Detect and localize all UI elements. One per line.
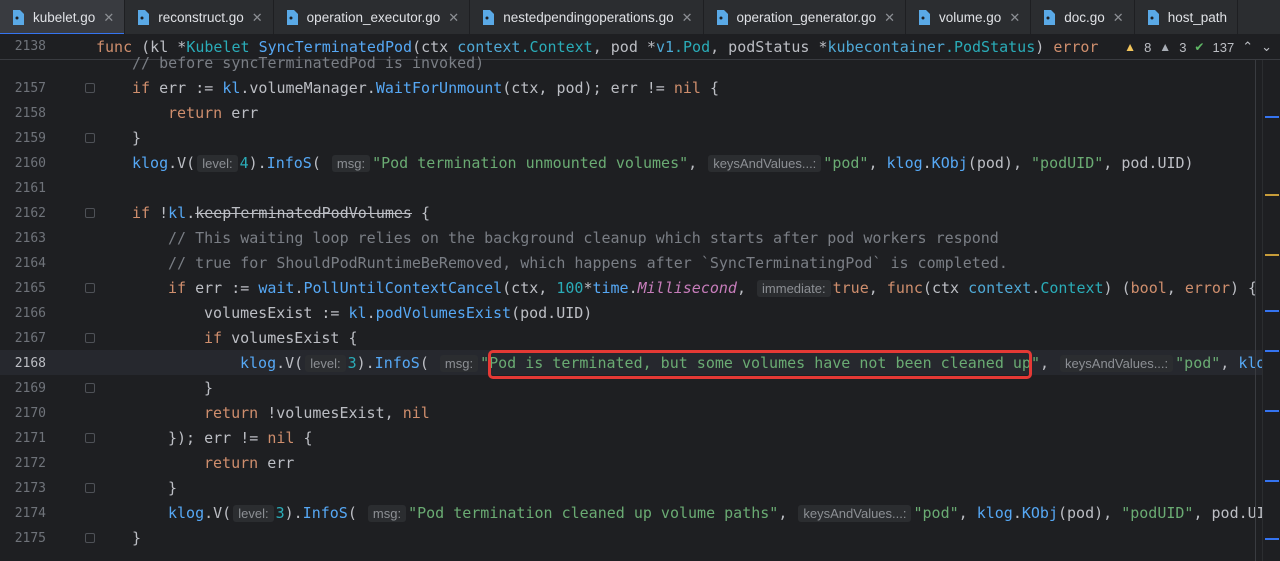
scroll-marker xyxy=(1265,350,1279,352)
highlight-annotation-box xyxy=(488,350,1032,379)
tab-operation-generator-go[interactable]: operation_generator.go ✕ xyxy=(704,0,907,34)
tab-label: doc.go xyxy=(1064,10,1105,25)
scroll-marker xyxy=(1265,538,1279,540)
fold-icon xyxy=(85,383,95,393)
inlay-hint: level: xyxy=(233,505,274,522)
inlay-hint: keysAndValues...: xyxy=(708,155,822,172)
inlay-hint: keysAndValues...: xyxy=(1060,355,1174,372)
tab-label: operation_executor.go xyxy=(306,10,441,25)
scroll-marker xyxy=(1265,410,1279,412)
go-file-icon xyxy=(286,10,298,25)
code-line: 2170 return !volumesExist, nil xyxy=(14,404,430,422)
tab-label: volume.go xyxy=(939,10,1002,25)
code-line: 2165 if err := wait.PollUntilContextCanc… xyxy=(14,279,1258,297)
fold-icon xyxy=(85,483,95,493)
code-line: // before syncTerminatedPod is invoked) xyxy=(132,54,485,72)
scroll-marker xyxy=(1265,480,1279,482)
close-icon[interactable]: ✕ xyxy=(448,10,459,26)
chevron-down-icon[interactable]: ⌄ xyxy=(1261,39,1272,55)
tab-label: host_path xyxy=(1167,10,1227,25)
code-line: 2160 klog.V(level: 4).InfoS( msg: "Pod ter… xyxy=(14,154,1194,172)
fold-icon xyxy=(85,533,95,543)
code-line: 2172 return err xyxy=(14,454,295,472)
scroll-marker xyxy=(1265,116,1279,118)
code-line: 2174 klog.V(level: 3).InfoS( msg: "Pod ter… xyxy=(14,504,1266,522)
tab-host-path[interactable]: host_path xyxy=(1135,0,1238,34)
code-line: 2171 }); err != nil { xyxy=(14,429,313,447)
fold-icon xyxy=(85,83,95,93)
code-line: 2162 if !kl.keepTerminatedPodVolumes { xyxy=(14,204,431,222)
tab-label: reconstruct.go xyxy=(158,10,244,25)
tab-doc-go[interactable]: doc.go ✕ xyxy=(1031,0,1135,34)
inlay-hint: msg: xyxy=(367,505,407,522)
go-file-icon xyxy=(138,10,150,25)
tab-nestedpendingoperations-go[interactable]: nestedpendingoperations.go ✕ xyxy=(470,0,704,34)
close-icon[interactable]: ✕ xyxy=(1009,10,1020,26)
fold-icon xyxy=(85,333,95,343)
inlay-hint: level: xyxy=(305,355,346,372)
right-margin-guide xyxy=(1255,60,1256,561)
go-file-icon xyxy=(483,10,495,25)
tab-reconstruct-go[interactable]: reconstruct.go ✕ xyxy=(125,0,274,34)
go-file-icon xyxy=(1147,10,1159,25)
scroll-marker xyxy=(1265,310,1279,312)
code-line: 2161 xyxy=(14,181,46,196)
inlay-hint: msg: xyxy=(331,155,371,172)
inlay-hint: msg: xyxy=(439,355,479,372)
code-editor[interactable]: // before syncTerminatedPod is invoked) … xyxy=(0,54,1280,561)
go-file-icon xyxy=(716,10,728,25)
scroll-marker xyxy=(1265,254,1279,256)
code-line: 2157 if err := kl.volumeManager.WaitForU… xyxy=(14,79,720,97)
tab-operation-executor-go[interactable]: operation_executor.go ✕ xyxy=(274,0,471,34)
close-icon[interactable]: ✕ xyxy=(252,10,263,26)
close-icon[interactable]: ✕ xyxy=(682,10,693,26)
tab-label: operation_generator.go xyxy=(736,10,877,25)
code-line: 2164 // true for ShouldPodRuntimeBeRemov… xyxy=(14,254,1008,272)
close-icon[interactable]: ✕ xyxy=(103,10,114,26)
tab-kubelet-go[interactable]: kubelet.go ✕ xyxy=(0,0,126,34)
code-line: 2173 } xyxy=(14,479,178,497)
tab-volume-go[interactable]: volume.go ✕ xyxy=(906,0,1032,34)
editor-scrollbar[interactable] xyxy=(1262,60,1280,561)
code-line: 2158 return err xyxy=(14,104,259,122)
fold-icon xyxy=(85,208,95,218)
fold-icon xyxy=(85,433,95,443)
close-icon[interactable]: ✕ xyxy=(1113,10,1124,26)
fold-icon xyxy=(85,283,95,293)
close-icon[interactable]: ✕ xyxy=(884,10,895,26)
fold-icon xyxy=(85,133,95,143)
code-line: 2163 // This waiting loop relies on the … xyxy=(14,229,999,247)
inlay-hint: immediate: xyxy=(757,280,831,297)
go-file-icon xyxy=(13,10,24,25)
code-line: 2159 } xyxy=(14,129,142,147)
editor-tab-bar: kubelet.go ✕ reconstruct.go ✕ operation_… xyxy=(0,0,1280,35)
code-line: 2166 volumesExist := kl.podVolumesExist(… xyxy=(14,304,593,322)
go-file-icon xyxy=(919,10,931,25)
inlay-hint: level: xyxy=(197,155,238,172)
tab-label: kubelet.go xyxy=(33,10,96,25)
scroll-marker xyxy=(1265,194,1279,196)
go-file-icon xyxy=(1044,10,1056,25)
code-line: 2167 if volumesExist { xyxy=(14,329,358,347)
tab-label: nestedpendingoperations.go xyxy=(503,10,674,25)
code-line: 2175 } xyxy=(14,529,142,547)
inlay-hint: keysAndValues...: xyxy=(798,505,912,522)
